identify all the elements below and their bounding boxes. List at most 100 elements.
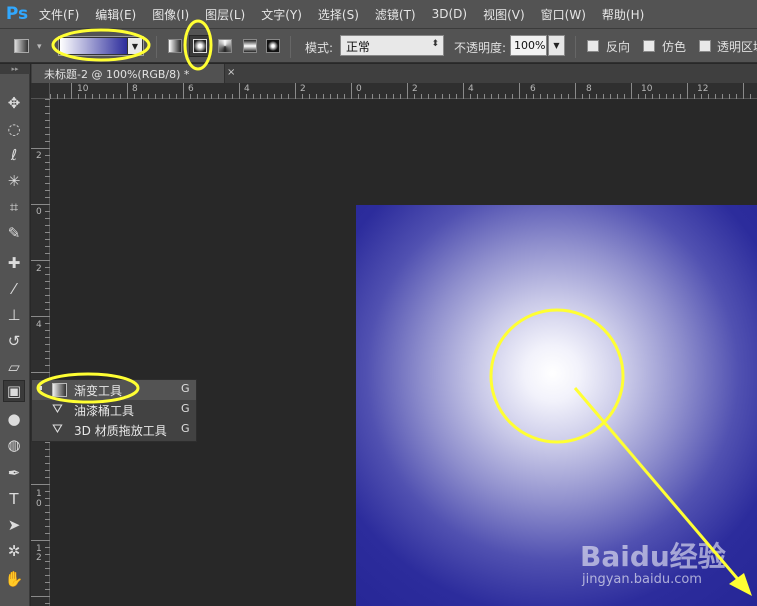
angle-gradient-icon[interactable] — [218, 39, 232, 53]
paint-bucket-icon: ⛛ — [52, 402, 63, 417]
magic-wand-icon[interactable]: ✳ — [3, 170, 25, 192]
flyout-label: 油漆桶工具 — [74, 404, 135, 418]
watermark: Baidu经验 jingyan.baidu.com — [580, 535, 730, 595]
flyout-item-3d-material[interactable]: ⛛ 3D 材质拖放工具 G — [32, 420, 196, 440]
document-title: 未标题-2 @ 100%(RGB/8) * — [44, 68, 190, 81]
lasso-tool-icon[interactable]: ℓ — [3, 144, 25, 166]
ruler-label: 2 — [36, 151, 42, 161]
ruler-label: 4 — [244, 84, 250, 94]
flyout-item-gradient[interactable]: 渐变工具 G — [32, 380, 196, 400]
selected-bullet-icon — [38, 386, 42, 390]
clone-stamp-icon[interactable]: ⊥ — [3, 304, 25, 326]
ruler-label: 2 — [300, 84, 306, 94]
document-tab[interactable]: 未标题-2 @ 100%(RGB/8) * — [32, 64, 225, 83]
divider — [575, 36, 576, 58]
menu-image[interactable]: 图像(I) — [147, 6, 194, 23]
select-arrows-icon: ⬍ — [431, 39, 439, 49]
transparency-checkbox[interactable] — [699, 40, 711, 52]
divider — [156, 36, 157, 58]
blur-tool-icon[interactable]: ● — [3, 408, 25, 430]
ruler-label: 10 — [77, 84, 89, 94]
mode-value: 正常 — [346, 40, 371, 54]
watermark-url: jingyan.baidu.com — [582, 572, 702, 587]
menu-list: 文件(F) 编辑(E) 图像(I) 图层(L) 文字(Y) 选择(S) 滤镜(T… — [34, 6, 655, 23]
eraser-icon[interactable]: ▱ — [3, 356, 25, 378]
3d-material-drop-icon: ⛛ — [52, 422, 63, 437]
horizontal-ruler[interactable]: 10 8 6 4 2 0 2 4 6 8 10 12 — [50, 83, 757, 99]
baidu-jingyan-logo: Baidu经验 — [580, 540, 726, 573]
ruler-label: 4 — [36, 320, 42, 330]
menu-window[interactable]: 窗口(W) — [536, 6, 591, 23]
type-tool-icon[interactable]: T — [3, 488, 25, 510]
dither-label: 仿色 — [662, 40, 687, 54]
ruler-label: 12 — [697, 84, 709, 94]
history-brush-icon[interactable]: ↺ — [3, 330, 25, 352]
menu-edit[interactable]: 编辑(E) — [90, 6, 141, 23]
flyout-shortcut: G — [181, 422, 190, 435]
menu-select[interactable]: 选择(S) — [313, 6, 364, 23]
flyout-label: 渐变工具 — [74, 384, 123, 398]
gradient-tool-icon[interactable]: ▣ — [3, 380, 25, 402]
menu-bar: Ps 文件(F) 编辑(E) 图像(I) 图层(L) 文字(Y) 选择(S) 滤… — [0, 0, 757, 28]
healing-brush-icon[interactable]: ✚ — [3, 252, 25, 274]
gradient-tool-flyout: 渐变工具 G ⛛ 油漆桶工具 G ⛛ 3D 材质拖放工具 G — [31, 379, 197, 442]
divider — [290, 36, 291, 58]
tools-panel: ▸▸ ✥ ◌ ℓ ✳ ⌗ ✎ ✚ ⁄ ⊥ ↺ ▱ ▣ ● ◍ ✒ T ➤ ✲ ✋ — [0, 64, 30, 606]
options-bar: ▾ ▼ 模式: 正常 ⬍ 不透明度: 100% ▼ 反向 仿色 透明区域 — [0, 28, 757, 63]
tool-preset-caret-icon[interactable]: ▾ — [37, 42, 42, 52]
gradient-swatch[interactable] — [60, 38, 127, 54]
ruler-label: 0 — [36, 207, 42, 217]
ruler-label: 10 — [641, 84, 653, 94]
brush-tool-icon[interactable]: ⁄ — [3, 278, 25, 300]
ruler-label: 8 — [132, 84, 138, 94]
flyout-shortcut: G — [181, 402, 190, 415]
pen-tool-icon[interactable]: ✒ — [3, 462, 25, 484]
menu-view[interactable]: 视图(V) — [478, 6, 530, 23]
dither-checkbox[interactable] — [643, 40, 655, 52]
diamond-gradient-icon[interactable] — [266, 39, 280, 53]
tool-preset-icon[interactable] — [14, 39, 29, 53]
mode-select[interactable]: 正常 ⬍ — [340, 35, 444, 56]
eyedropper-icon[interactable]: ✎ — [3, 222, 25, 244]
hand-tool-icon[interactable]: ✋ — [3, 568, 25, 590]
opacity-label: 不透明度: — [454, 41, 507, 55]
document-tab-bar: 未标题-2 @ 100%(RGB/8) * × — [31, 64, 757, 83]
dodge-tool-icon[interactable]: ◍ — [3, 434, 25, 456]
menu-type[interactable]: 文字(Y) — [256, 6, 307, 23]
flyout-item-paint-bucket[interactable]: ⛛ 油漆桶工具 G — [32, 400, 196, 420]
mode-label: 模式: — [305, 41, 334, 55]
reflected-gradient-icon[interactable] — [243, 39, 257, 53]
path-selection-icon[interactable]: ➤ — [3, 514, 25, 536]
crop-tool-icon[interactable]: ⌗ — [3, 196, 25, 218]
menu-help[interactable]: 帮助(H) — [597, 6, 649, 23]
reverse-checkbox[interactable] — [587, 40, 599, 52]
opacity-input[interactable]: 100% — [510, 35, 547, 56]
transparency-label: 透明区域 — [717, 40, 757, 54]
ruler-label: 1 0 — [36, 489, 42, 509]
linear-gradient-icon[interactable] — [168, 39, 182, 53]
marquee-tool-icon[interactable]: ◌ — [3, 118, 25, 140]
ruler-label: 2 — [412, 84, 418, 94]
ruler-ticks — [31, 99, 50, 604]
opacity-dropdown-icon[interactable]: ▼ — [548, 35, 565, 56]
ruler-label: 2 — [36, 264, 42, 274]
gradient-tool-icon — [52, 383, 67, 397]
chevron-down-icon[interactable]: ▼ — [128, 38, 142, 54]
custom-shape-icon[interactable]: ✲ — [3, 540, 25, 562]
ruler-label: 6 — [188, 84, 194, 94]
ruler-label: 1 2 — [36, 544, 42, 563]
reverse-label: 反向 — [606, 40, 631, 54]
ruler-origin[interactable] — [31, 83, 50, 99]
menu-filter[interactable]: 滤镜(T) — [370, 6, 421, 23]
panel-grip[interactable]: ▸▸ — [0, 64, 30, 74]
menu-3d[interactable]: 3D(D) — [427, 7, 472, 21]
menu-layer[interactable]: 图层(L) — [200, 6, 250, 23]
menu-file[interactable]: 文件(F) — [34, 6, 84, 23]
flyout-label: 3D 材质拖放工具 — [74, 424, 167, 438]
radial-gradient-icon[interactable] — [193, 39, 207, 53]
close-icon[interactable]: × — [227, 67, 235, 78]
gradient-picker[interactable]: ▼ — [58, 36, 144, 56]
vertical-ruler[interactable]: 2 0 2 4 6 1 0 1 2 — [31, 99, 50, 606]
move-tool-icon[interactable]: ✥ — [3, 92, 25, 114]
ruler-label: 0 — [356, 84, 362, 94]
